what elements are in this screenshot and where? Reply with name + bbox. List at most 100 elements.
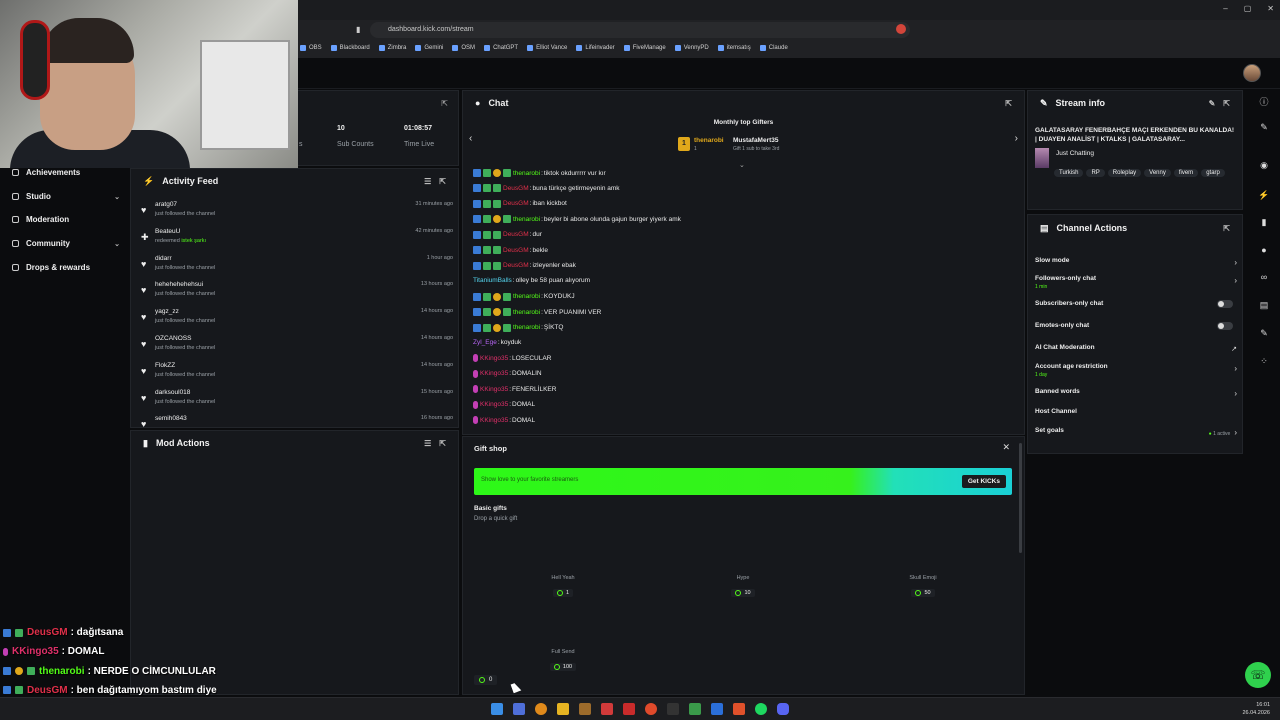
- bookmark-item[interactable]: Gemini: [415, 45, 443, 51]
- brave-icon[interactable]: [733, 703, 745, 715]
- popout-icon[interactable]: ⇱: [439, 177, 446, 186]
- stream-tag[interactable]: Turkish: [1054, 169, 1084, 177]
- bookmark-star-icon[interactable]: ▮: [356, 25, 360, 34]
- edit-icon[interactable]: ✎: [1209, 99, 1216, 108]
- chat-message[interactable]: thenarobi: ŞİKTQ: [473, 323, 563, 332]
- category-name[interactable]: Just Chatting: [1056, 150, 1094, 157]
- stream-tag[interactable]: Venny: [1144, 169, 1171, 177]
- stream-tag[interactable]: RP: [1086, 169, 1105, 177]
- taskbar-app-icon[interactable]: [623, 703, 635, 715]
- brave-shield-icon[interactable]: [896, 24, 906, 34]
- list-item[interactable]: ♥ yagz_zz just followed the channel 14 hour…: [141, 306, 453, 332]
- chat-message[interactable]: thenarobi: beyler bi abone olunda gajun …: [473, 215, 681, 224]
- chat-username[interactable]: KKingo35: [480, 401, 508, 408]
- chat-username[interactable]: KKingo35: [480, 355, 508, 362]
- list-item[interactable]: ♥ didarr just followed the channel 1 hour a…: [141, 253, 453, 279]
- gift-skull-emoji[interactable]: Skull Emoji 50: [883, 575, 963, 598]
- wrench-icon[interactable]: ✎: [1257, 326, 1271, 340]
- activity-username[interactable]: darksoul018: [155, 389, 190, 396]
- filter-icon[interactable]: ☰: [424, 439, 431, 448]
- popout-icon[interactable]: ⇱: [441, 99, 448, 108]
- spotify-icon[interactable]: [755, 703, 767, 715]
- chat-message[interactable]: KKingo35: DOMAL: [473, 416, 535, 425]
- channel-action-set-goals[interactable]: Set goals ● 1 active ›: [1035, 427, 1237, 437]
- toggle-switch[interactable]: [1217, 322, 1233, 330]
- channel-action-subscribers-only-chat[interactable]: Subscribers-only chat: [1035, 300, 1237, 308]
- stream-tag[interactable]: fivem: [1173, 169, 1199, 177]
- sidebar-item-moderation[interactable]: Moderation: [12, 215, 120, 224]
- activity-username[interactable]: BeateuU: [155, 228, 180, 235]
- chat-username[interactable]: KKingo35: [480, 417, 508, 424]
- chat-username[interactable]: DeusGM: [503, 185, 529, 192]
- taskbar-app-icon[interactable]: [601, 703, 613, 715]
- activity-username[interactable]: didarr: [155, 255, 172, 262]
- activity-username[interactable]: OZCANOSS: [155, 335, 191, 342]
- maximize-button[interactable]: ▢: [1244, 4, 1252, 13]
- chat-username[interactable]: DeusGM: [503, 200, 529, 207]
- taskbar-app-icon[interactable]: [689, 703, 701, 715]
- avatar[interactable]: [1243, 64, 1261, 82]
- gift-full-send[interactable]: Full Send 100: [523, 649, 603, 672]
- kicks-balance[interactable]: 0: [474, 675, 498, 685]
- channel-action-ai-chat-moderation[interactable]: AI Chat Moderation ↗: [1035, 344, 1237, 353]
- chevron-right-icon[interactable]: ● 1 active ›: [1209, 428, 1237, 437]
- channel-action-followers-only-chat[interactable]: Followers-only chat 1 min ›: [1035, 275, 1237, 290]
- channel-action-account-age-restriction[interactable]: Account age restriction 1 day ›: [1035, 363, 1237, 378]
- chat-username[interactable]: KKingo35: [480, 370, 508, 377]
- list-item[interactable]: ♥ OZCANOSS just followed the channel 14 hou…: [141, 333, 453, 359]
- chat-username[interactable]: DeusGM: [503, 247, 529, 254]
- chat-message[interactable]: DeusGM: bekle: [473, 246, 548, 255]
- chrome-icon[interactable]: [645, 703, 657, 715]
- bolt-icon[interactable]: ⚡: [1257, 188, 1271, 202]
- discord-icon[interactable]: [777, 703, 789, 715]
- chat-message[interactable]: KKingo35: LOSECULAR: [473, 354, 551, 363]
- start-icon[interactable]: [491, 703, 503, 715]
- filter-icon[interactable]: ☰: [424, 177, 431, 186]
- popout-icon[interactable]: ⇱: [439, 439, 446, 448]
- stream-tag[interactable]: Roleplay: [1107, 169, 1142, 177]
- get-kicks-button[interactable]: Get KICKs: [961, 475, 1006, 488]
- chat-username[interactable]: DeusGM: [503, 231, 529, 238]
- taskbar-app-icon[interactable]: [667, 703, 679, 715]
- chat-username[interactable]: thenarobi: [513, 216, 540, 223]
- activity-username[interactable]: FlokZZ: [155, 362, 175, 369]
- chat-username[interactable]: thenarobi: [513, 309, 540, 316]
- gift-hell-yeah[interactable]: Hell Yeah 1: [523, 575, 603, 598]
- channel-action-host-channel[interactable]: Host Channel: [1035, 408, 1237, 415]
- bookmark-item[interactable]: OBS: [300, 45, 322, 51]
- bookmark-item[interactable]: ChatGPT: [484, 45, 518, 51]
- chevron-left-icon[interactable]: ‹: [469, 133, 472, 144]
- bookmark-item[interactable]: VennyPD: [674, 45, 709, 51]
- chevron-down-icon[interactable]: ⌄: [114, 240, 120, 248]
- chat-message[interactable]: thenarobi: VER PUANIMI VER: [473, 308, 601, 317]
- list-item[interactable]: ✚ BeateuU redeemed istek şarkı 42 minutes a…: [141, 226, 453, 252]
- chat-message[interactable]: KKingo35: FENERLİLKER: [473, 385, 556, 394]
- sidebar-item-community[interactable]: Community ⌄: [12, 239, 120, 248]
- camera-icon[interactable]: ◉: [1257, 158, 1271, 172]
- popout-icon[interactable]: ⇱: [1223, 99, 1230, 108]
- popout-icon[interactable]: ⇱: [1005, 99, 1012, 108]
- bookmark-item[interactable]: Zimbra: [378, 45, 406, 51]
- chat-message[interactable]: TitaniumBalls: olley be 58 puan alıyorum: [473, 277, 590, 284]
- chevron-right-icon[interactable]: ›: [1234, 258, 1237, 267]
- support-chat-button[interactable]: ☏: [1245, 662, 1271, 688]
- sidebar-item-studio[interactable]: Studio ⌄: [12, 192, 120, 201]
- chat-username[interactable]: Zyl_Ege: [473, 339, 497, 346]
- list-item[interactable]: ♥ hehehehehehsui just followed the channel…: [141, 279, 453, 305]
- chat-message[interactable]: DeusGM: izleyenler ebak: [473, 261, 576, 270]
- stream-tag[interactable]: gtarp: [1201, 169, 1225, 177]
- share-icon[interactable]: ⁘: [1257, 354, 1271, 368]
- taskbar-app-icon[interactable]: [579, 703, 591, 715]
- chat-username[interactable]: thenarobi: [513, 324, 540, 331]
- chat-message[interactable]: KKingo35: DOMALIN: [473, 369, 542, 378]
- gifter-first[interactable]: 1 thenarobi 1: [678, 137, 724, 152]
- chat-username[interactable]: DeusGM: [503, 262, 529, 269]
- bookmark-item[interactable]: Elliot Vance: [527, 45, 567, 51]
- address-bar[interactable]: dashboard.kick.com/stream: [370, 22, 910, 38]
- channel-action-slow-mode[interactable]: Slow mode ›: [1035, 257, 1237, 267]
- chevron-right-icon[interactable]: ›: [1234, 276, 1237, 285]
- activity-username[interactable]: yagz_zz: [155, 308, 179, 315]
- scrollbar[interactable]: [1019, 443, 1022, 553]
- toggle-switch[interactable]: [1217, 300, 1233, 308]
- gifter-second[interactable]: MustafaMert35 Gift 1 sub to take 3rd: [733, 137, 779, 152]
